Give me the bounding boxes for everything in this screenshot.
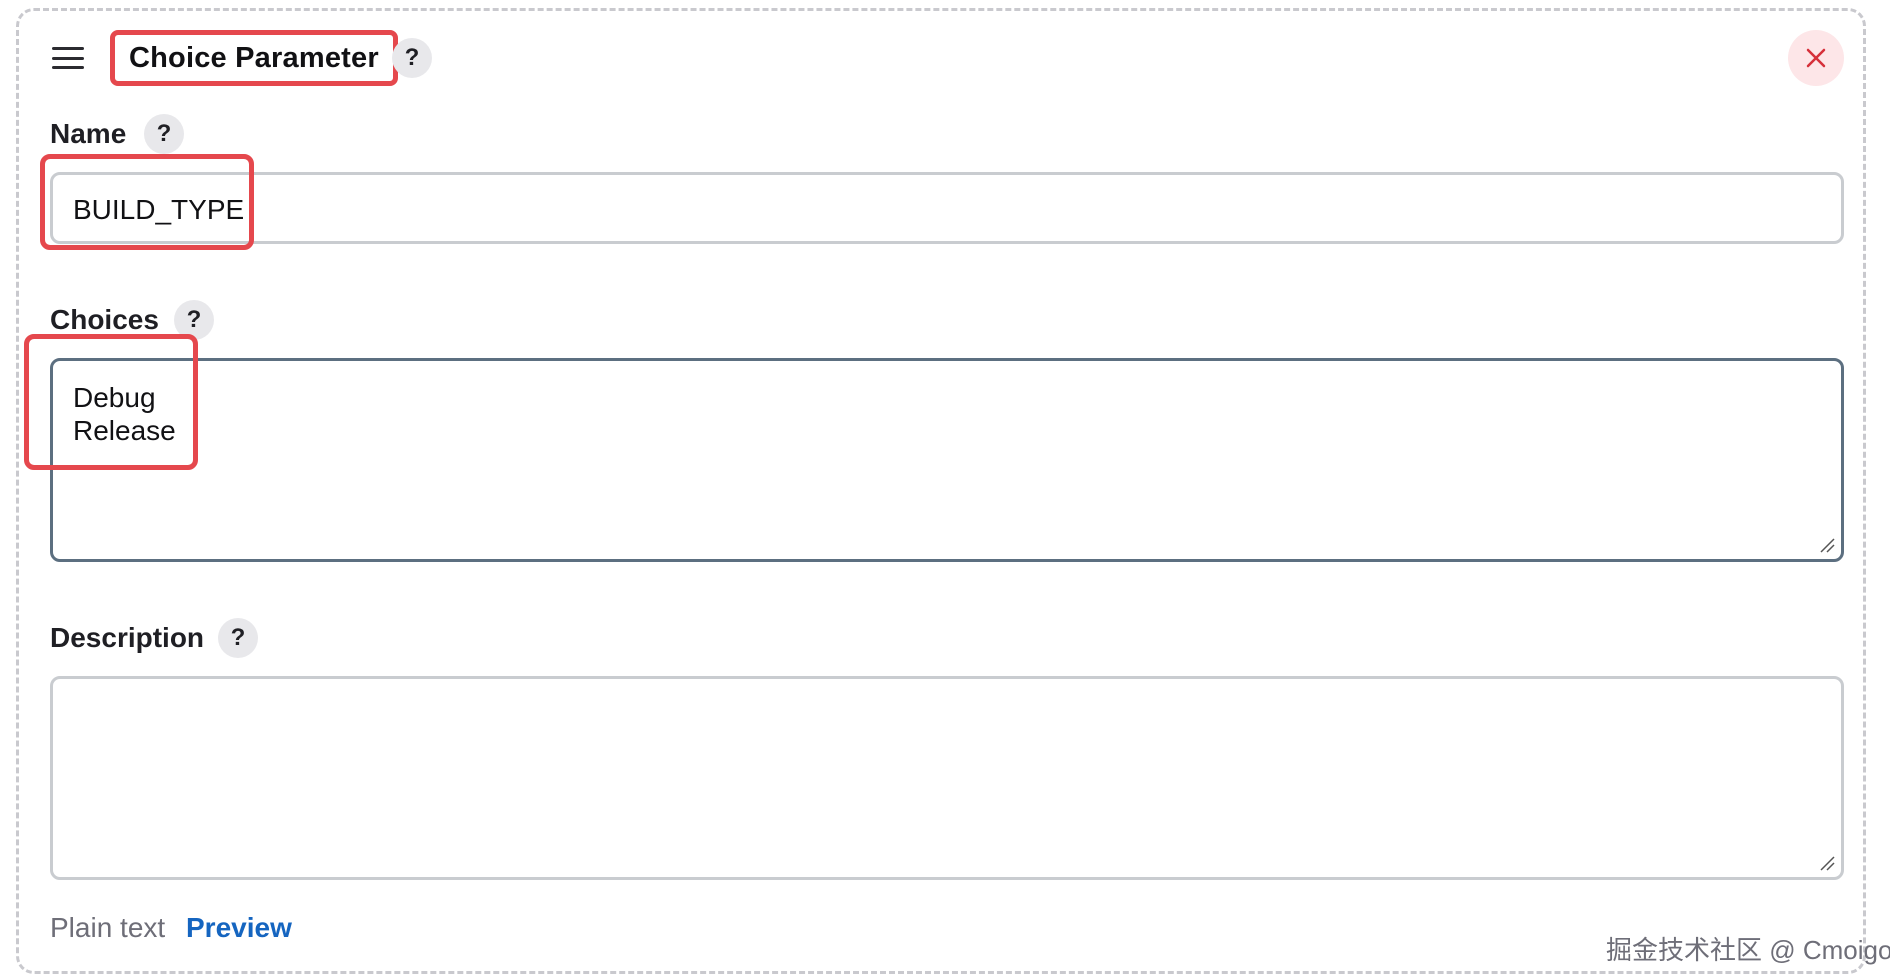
preview-link[interactable]: Preview xyxy=(186,912,292,944)
description-help-icon[interactable]: ? xyxy=(218,618,258,658)
choices-line-1: Debug xyxy=(73,382,156,413)
name-help-icon[interactable]: ? xyxy=(144,114,184,154)
description-textarea[interactable] xyxy=(50,676,1844,880)
choices-label: Choices xyxy=(50,304,159,335)
watermark: 掘金技术社区 @ Cmoigo xyxy=(1606,935,1890,965)
name-input[interactable]: BUILD_TYPE xyxy=(50,172,1844,244)
hamburger-drag-icon[interactable] xyxy=(52,47,84,69)
resize-grip-icon[interactable] xyxy=(1819,855,1835,871)
description-label: Description xyxy=(50,622,205,653)
name-value: BUILD_TYPE xyxy=(73,194,245,225)
name-label: Name xyxy=(50,118,127,149)
close-x-icon xyxy=(1806,48,1826,68)
title-highlight: Choice Parameter xyxy=(110,30,398,86)
plain-text-label: Plain text xyxy=(50,912,166,943)
parameter-header: Choice Parameter ? xyxy=(36,30,1826,86)
choices-line-2: Release xyxy=(73,415,176,446)
choices-textarea[interactable]: Debug Release xyxy=(50,358,1844,562)
choices-help-icon[interactable]: ? xyxy=(174,300,214,340)
close-button[interactable] xyxy=(1788,30,1844,86)
parameter-title: Choice Parameter xyxy=(129,41,379,74)
resize-grip-icon[interactable] xyxy=(1819,537,1835,553)
title-help-icon[interactable]: ? xyxy=(392,38,432,78)
